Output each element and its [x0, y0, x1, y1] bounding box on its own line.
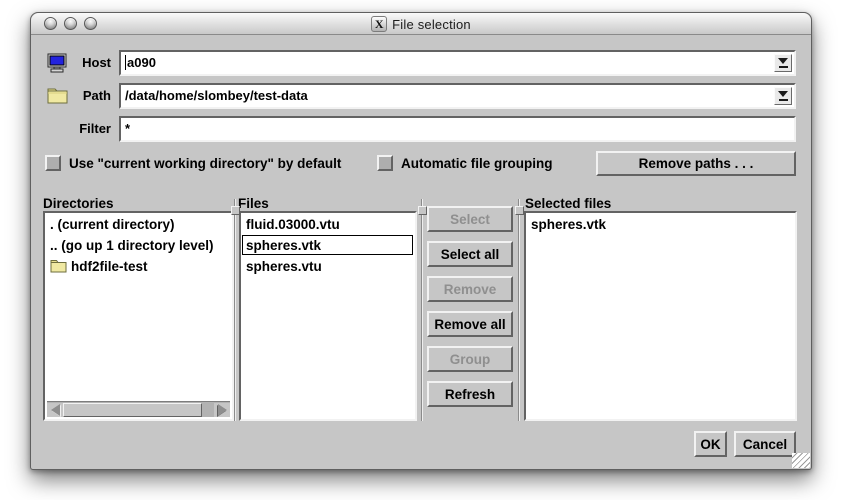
path-value: /data/home/slombey/test-data: [125, 88, 308, 103]
x11-app-icon: X: [371, 16, 387, 32]
list-item[interactable]: spheres.vtk: [242, 235, 413, 255]
scroll-right-button[interactable]: [214, 403, 230, 417]
remove-all-button[interactable]: Remove all: [427, 311, 513, 337]
scroll-left-button[interactable]: [47, 403, 63, 417]
directory-name: hdf2file-test: [71, 257, 148, 276]
file-name: fluid.03000.vtu: [246, 215, 340, 234]
ok-button[interactable]: OK: [694, 431, 727, 457]
filter-value: *: [125, 121, 130, 136]
path-dropdown-button[interactable]: [774, 87, 792, 105]
host-value: a090: [127, 55, 156, 70]
host-label: Host: [59, 50, 111, 76]
directories-header: Directories: [43, 196, 114, 211]
directory-name: .. (go up 1 directory level): [50, 236, 214, 255]
path-label: Path: [59, 83, 111, 109]
remove-paths-button[interactable]: Remove paths . . .: [596, 151, 796, 176]
group-button[interactable]: Group: [427, 346, 513, 372]
splitter-grip[interactable]: [515, 206, 524, 215]
use-cwd-checkbox[interactable]: [45, 155, 61, 171]
text-caret: [125, 55, 126, 70]
list-item[interactable]: spheres.vtk: [527, 214, 793, 234]
path-input[interactable]: /data/home/slombey/test-data: [119, 83, 796, 109]
select-button[interactable]: Select: [427, 206, 513, 232]
file-name: spheres.vtk: [246, 236, 321, 255]
host-input[interactable]: a090: [119, 50, 796, 76]
list-item[interactable]: .. (go up 1 directory level): [46, 235, 230, 255]
refresh-button[interactable]: Refresh: [427, 381, 513, 407]
splitter-handle[interactable]: [421, 199, 423, 421]
directories-list[interactable]: . (current directory) .. (go up 1 direct…: [43, 211, 234, 421]
scrollbar-thumb[interactable]: [63, 403, 202, 417]
splitter-handle[interactable]: [234, 199, 236, 421]
splitter-grip[interactable]: [418, 206, 427, 215]
title-group: X File selection: [31, 13, 811, 35]
window-title: File selection: [392, 17, 471, 32]
selected-files-list[interactable]: spheres.vtk: [524, 211, 797, 421]
select-all-button[interactable]: Select all: [427, 241, 513, 267]
dropdown-dash-icon: [779, 99, 788, 101]
chevron-down-icon: [778, 58, 788, 64]
cancel-button[interactable]: Cancel: [734, 431, 796, 457]
file-name: spheres.vtk: [531, 215, 606, 234]
use-cwd-label: Use "current working directory" by defau…: [69, 156, 341, 171]
list-item[interactable]: fluid.03000.vtu: [242, 214, 413, 234]
host-dropdown-button[interactable]: [774, 54, 792, 72]
file-name: spheres.vtu: [246, 257, 322, 276]
chevron-down-icon: [778, 91, 788, 97]
dropdown-dash-icon: [779, 66, 788, 68]
auto-grouping-checkbox[interactable]: [377, 155, 393, 171]
files-header: Files: [238, 196, 269, 211]
arrow-left-icon: [51, 404, 60, 416]
arrow-right-icon: [218, 404, 227, 416]
files-list[interactable]: fluid.03000.vtu spheres.vtk spheres.vtu: [239, 211, 417, 421]
list-item[interactable]: spheres.vtu: [242, 256, 413, 276]
file-selection-window: X File selection Host a090 Path /data/ho…: [30, 12, 812, 470]
filter-input[interactable]: *: [119, 116, 796, 142]
list-item[interactable]: . (current directory): [46, 214, 230, 234]
folder-icon: [50, 259, 67, 273]
resize-grip[interactable]: [792, 453, 810, 468]
horizontal-scrollbar[interactable]: [47, 401, 230, 417]
list-item[interactable]: hdf2file-test: [46, 256, 230, 276]
remove-button[interactable]: Remove: [427, 276, 513, 302]
filter-label: Filter: [59, 116, 111, 142]
title-bar[interactable]: X File selection: [31, 13, 811, 35]
directory-name: . (current directory): [50, 215, 175, 234]
selected-files-header: Selected files: [525, 196, 611, 211]
auto-grouping-label: Automatic file grouping: [401, 156, 553, 171]
splitter-handle[interactable]: [518, 199, 520, 421]
